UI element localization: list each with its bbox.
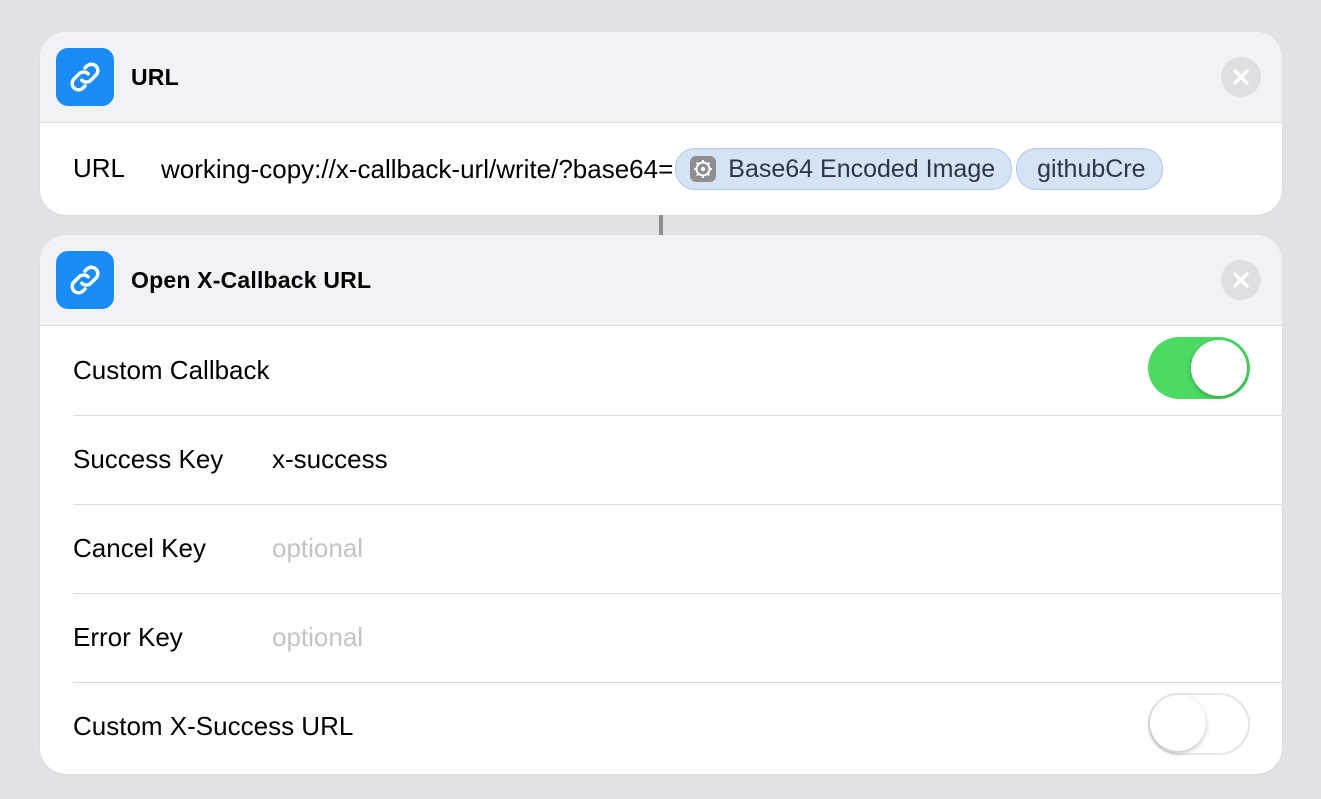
custom-success-url-row: Custom X-Success URL xyxy=(73,682,1282,771)
url-input[interactable]: working-copy://x-callback-url/write/?bas… xyxy=(161,123,1250,215)
custom-callback-label: Custom Callback xyxy=(73,355,270,385)
variable-token-github[interactable]: githubCre xyxy=(1016,148,1163,190)
success-key-label: Success Key xyxy=(73,444,224,474)
gear-icon xyxy=(690,156,717,182)
close-icon xyxy=(1233,69,1249,85)
close-icon xyxy=(1233,272,1249,288)
open-xcallback-action-card: Open X-Callback URL Custom Callback Succ… xyxy=(40,235,1282,774)
link-icon xyxy=(56,251,114,309)
success-key-input[interactable]: x-success xyxy=(272,415,388,504)
cancel-key-input[interactable]: optional xyxy=(272,504,363,593)
token-label: Base64 Encoded Image xyxy=(728,154,996,183)
open-xcallback-title: Open X-Callback URL xyxy=(131,267,372,293)
url-action-card: URL URL working-copy://x-callback-url/wr… xyxy=(40,32,1282,215)
remove-xcallback-action-button[interactable] xyxy=(1221,260,1261,300)
cancel-key-label: Cancel Key xyxy=(73,533,206,563)
token-label: githubCre xyxy=(1037,154,1146,183)
custom-success-url-toggle[interactable] xyxy=(1148,693,1250,755)
error-key-row: Error Key optional xyxy=(73,593,1282,683)
custom-success-url-label: Custom X-Success URL xyxy=(73,711,354,741)
toggle-knob xyxy=(1191,340,1247,396)
url-action-title: URL xyxy=(131,64,179,90)
open-xcallback-header: Open X-Callback URL xyxy=(40,235,1282,326)
url-action-header: URL xyxy=(40,32,1282,123)
custom-callback-toggle[interactable] xyxy=(1148,337,1250,399)
variable-token-base64[interactable]: Base64 Encoded Image xyxy=(675,148,1013,190)
custom-callback-row: Custom Callback xyxy=(73,326,1282,416)
link-icon xyxy=(56,48,114,106)
error-key-input[interactable]: optional xyxy=(272,593,363,682)
cancel-key-row: Cancel Key optional xyxy=(73,504,1282,594)
remove-url-action-button[interactable] xyxy=(1221,57,1261,97)
url-field-row: URL working-copy://x-callback-url/write/… xyxy=(40,123,1282,215)
toggle-knob xyxy=(1150,695,1206,751)
url-field-label: URL xyxy=(73,153,126,183)
error-key-label: Error Key xyxy=(73,622,183,652)
action-connector xyxy=(659,215,663,235)
success-key-row: Success Key x-success xyxy=(73,415,1282,505)
url-text: working-copy://x-callback-url/write/?bas… xyxy=(161,153,674,184)
